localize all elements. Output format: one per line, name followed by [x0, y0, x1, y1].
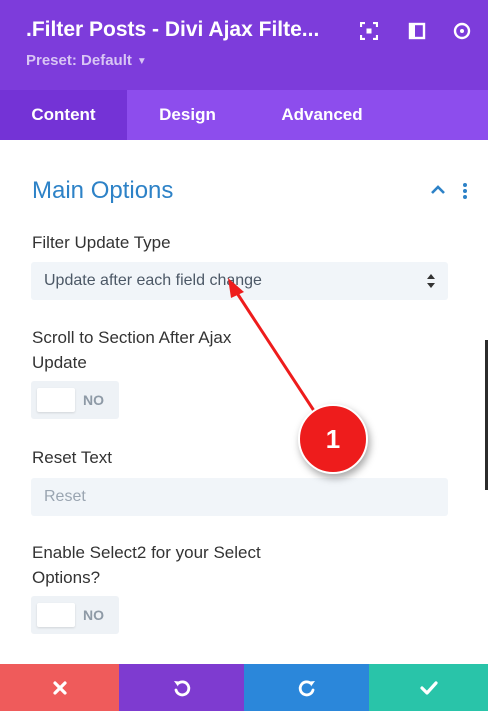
toggle-state: NO: [83, 392, 104, 408]
kebab-menu-icon[interactable]: [459, 181, 471, 201]
label-line: Enable Select2 for your Select: [32, 543, 261, 562]
tab-advanced[interactable]: Advanced: [248, 90, 396, 140]
toggle-knob: [37, 603, 75, 627]
enable-select2-label: Enable Select2 for your Select Options?: [32, 540, 261, 590]
cancel-button[interactable]: [0, 664, 119, 711]
label-line: Options?: [32, 568, 101, 587]
undo-button[interactable]: [119, 664, 244, 711]
tab-content[interactable]: Content: [0, 90, 127, 140]
annotation-badge: 1: [298, 404, 368, 474]
preset-label: Preset: Default: [26, 52, 132, 69]
close-icon: [52, 680, 67, 695]
save-button[interactable]: [369, 664, 488, 711]
settings-content: Main Options Filter Update Type Update a…: [0, 140, 488, 664]
module-settings-header: .Filter Posts - Divi Ajax Filte... Prese…: [0, 0, 488, 90]
check-icon: [419, 680, 438, 695]
label-line: Scroll to Section After Ajax: [32, 328, 232, 347]
scroll-to-section-toggle[interactable]: NO: [31, 381, 119, 419]
chevron-up-icon[interactable]: [428, 182, 448, 198]
toggle-knob: [37, 388, 75, 412]
toggle-state: NO: [83, 607, 104, 623]
settings-tabs: Content Design Advanced: [0, 90, 488, 140]
select-value: Update after each field change: [44, 272, 262, 289]
scroll-to-section-label: Scroll to Section After Ajax Update: [32, 325, 231, 375]
enable-select2-toggle[interactable]: NO: [31, 596, 119, 634]
reset-text-input[interactable]: Reset: [31, 478, 448, 516]
sidebar-layout-icon[interactable]: [404, 18, 430, 44]
redo-icon: [298, 680, 315, 696]
tab-design[interactable]: Design: [127, 90, 248, 140]
caret-down-icon: ▼: [136, 56, 147, 67]
module-title: .Filter Posts - Divi Ajax Filte...: [26, 18, 320, 41]
filter-update-type-label: Filter Update Type: [32, 233, 171, 252]
preset-selector[interactable]: Preset: Default ▼: [26, 52, 147, 69]
focus-icon[interactable]: [356, 18, 382, 44]
filter-update-type-select[interactable]: Update after each field change: [31, 262, 448, 300]
redo-button[interactable]: [244, 664, 369, 711]
more-icon[interactable]: [449, 18, 475, 44]
section-title[interactable]: Main Options: [32, 177, 173, 205]
reset-text-label: Reset Text: [32, 448, 113, 467]
undo-icon: [173, 680, 190, 696]
action-bar: [0, 664, 488, 711]
label-line: Update: [32, 353, 87, 372]
input-placeholder: Reset: [44, 488, 86, 505]
select-arrows-icon: [427, 274, 435, 288]
